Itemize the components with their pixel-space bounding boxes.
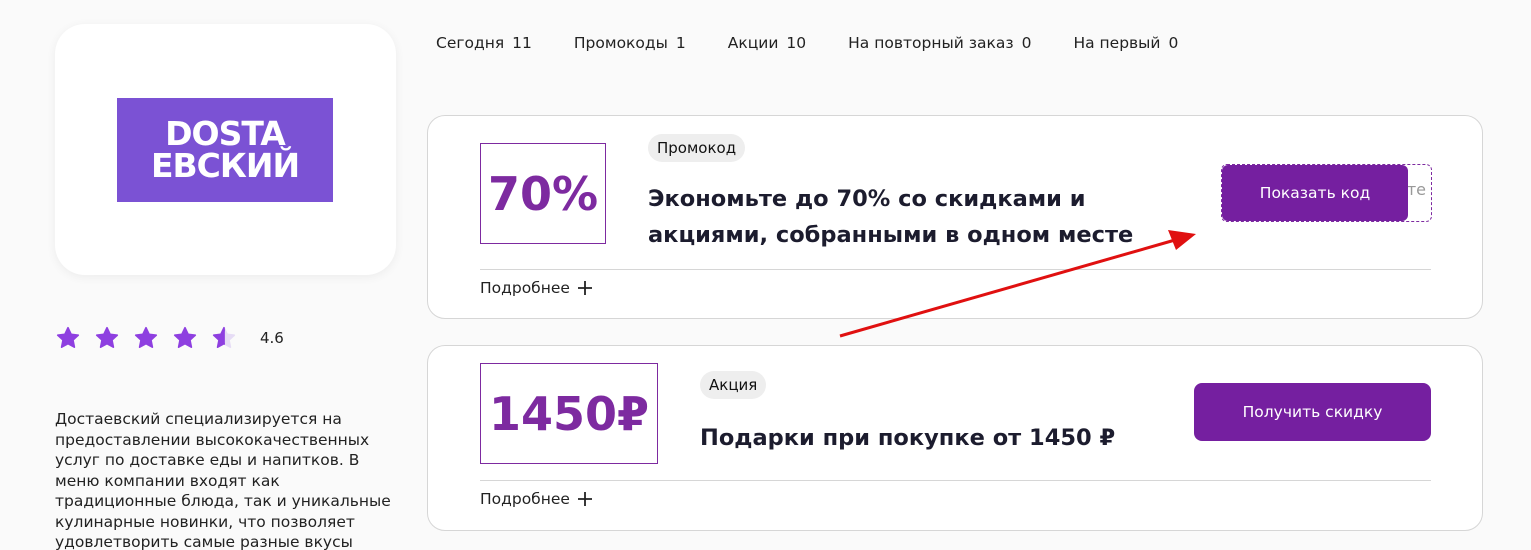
tab-count: 0 [1168, 34, 1179, 52]
filter-tabs: Сегодня 11 Промокоды 1 Акции 10 На повторны… [436, 34, 1220, 52]
offer-tag: Акция [700, 371, 767, 399]
tab-today[interactable]: Сегодня 11 [436, 34, 532, 52]
offer-title: Экономьте до 70% со скидками и акциями, … [648, 186, 1134, 248]
tab-first-order[interactable]: На первый 0 [1073, 34, 1178, 52]
details-label: Подробнее [480, 490, 570, 508]
get-discount-button[interactable]: Получить скидку [1194, 383, 1431, 441]
code-reveal-area[interactable]: те Показать код [1221, 164, 1432, 222]
code-peek-text: те [1406, 180, 1426, 199]
tab-label: На повторный заказ [848, 34, 1014, 52]
tab-count: 11 [512, 34, 532, 52]
store-description: Достаевский специализируется на предоста… [55, 410, 391, 550]
store-logo-card: DOSTA ЕВСКИЙ [55, 24, 396, 275]
half-star-icon [212, 326, 236, 349]
offer-card-promotion: 1450₽ Акция Подарки при покупке от 1450 … [427, 345, 1483, 531]
show-code-button[interactable]: Показать код [1222, 165, 1408, 221]
tab-label: На первый [1073, 34, 1161, 52]
tab-promocodes[interactable]: Промокоды 1 [574, 34, 686, 52]
details-toggle[interactable]: Подробнее [480, 490, 593, 508]
offer-tag: Промокод [648, 134, 746, 162]
tab-promotions[interactable]: Акции 10 [728, 34, 806, 52]
tab-count: 1 [675, 34, 686, 52]
offer-value: 1450₽ [480, 363, 658, 464]
store-logo: DOSTA ЕВСКИЙ [117, 98, 333, 202]
plus-icon [577, 492, 592, 506]
rating-value: 4.6 [260, 329, 284, 347]
tab-label: Сегодня [436, 34, 505, 52]
star-icon [56, 326, 80, 349]
offer-value: 70% [480, 143, 606, 244]
divider [480, 480, 1431, 481]
star-icon [134, 326, 158, 349]
tab-label: Промокоды [573, 34, 668, 52]
tab-count: 0 [1021, 34, 1032, 52]
tab-label: Акции [727, 34, 779, 52]
offer-card-promocode: 70% Промокод Экономьте до 70% со скидкам… [427, 115, 1483, 319]
details-toggle[interactable]: Подробнее [480, 279, 593, 297]
plus-icon [577, 281, 592, 295]
tab-repeat-order[interactable]: На повторный заказ 0 [848, 34, 1031, 52]
star-icon [95, 326, 119, 349]
star-icon [173, 326, 197, 349]
store-rating: 4.6 [55, 325, 284, 351]
details-label: Подробнее [480, 279, 570, 297]
logo-line-2: ЕВСКИЙ [150, 146, 300, 185]
divider [480, 269, 1431, 270]
offer-title: Подарки при покупке от 1450 ₽ [700, 425, 1116, 451]
tab-count: 10 [786, 34, 807, 52]
